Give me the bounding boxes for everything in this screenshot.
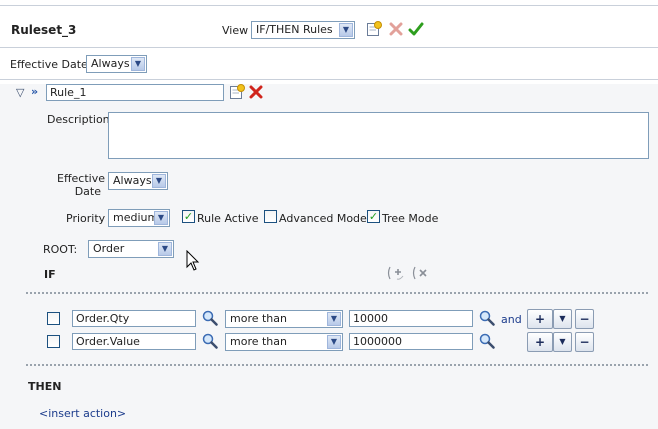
condition-1-field-search-icon[interactable] [202, 310, 218, 326]
root-select[interactable]: Order ▼ [88, 240, 174, 258]
rule-effective-date-label-2: Date [74, 185, 101, 198]
if-bottom-divider [26, 364, 648, 366]
rule-effective-date-select[interactable]: Always ▼ [108, 172, 168, 190]
priority-select[interactable]: medium ▼ [108, 209, 170, 227]
description-textarea[interactable] [108, 112, 649, 159]
add-condition-icon[interactable] [387, 265, 405, 281]
chevron-down-icon: ▼ [327, 335, 341, 349]
rule-name-input[interactable]: Rule_1 [46, 84, 224, 101]
delete-rule-icon[interactable] [249, 85, 263, 99]
condition-1-remove-button[interactable]: − [575, 309, 594, 329]
condition-1-connector-link[interactable]: and [501, 313, 522, 326]
root-value: Order [93, 242, 125, 255]
move-up-icon[interactable]: » [31, 85, 38, 98]
rule-active-checkbox[interactable]: ✓ [182, 210, 195, 223]
effective-date-label: Effective Date [10, 58, 88, 71]
advanced-mode-label: Advanced Mode [279, 212, 367, 225]
condition-2-field-value: Order.Value [76, 335, 140, 348]
ruleset-title: Ruleset_3 [11, 23, 77, 37]
condition-1-menu-button[interactable]: ▼ [553, 309, 572, 329]
if-label: IF [44, 268, 56, 281]
chevron-down-icon: ▼ [327, 312, 341, 326]
tree-mode-label: Tree Mode [382, 212, 439, 225]
condition-1-value-input[interactable]: 10000 [349, 310, 473, 327]
then-label: THEN [28, 380, 62, 393]
section-divider [0, 79, 658, 80]
collapse-triangle-icon[interactable]: ▽ [16, 86, 24, 99]
condition-1-checkbox[interactable] [47, 312, 60, 325]
tree-mode-checkbox[interactable]: ✓ [367, 210, 380, 223]
condition-2-add-button[interactable]: + [527, 332, 553, 352]
condition-1-field-value: Order.Qty [76, 312, 130, 325]
effective-date-value: Always [91, 57, 130, 70]
description-label: Description [47, 113, 110, 126]
add-ruleset-icon[interactable] [366, 21, 382, 37]
chevron-down-icon: ▼ [154, 211, 168, 225]
rule-active-label: Rule Active [197, 212, 259, 225]
rule-effective-date-label-1: Effective [57, 172, 105, 185]
priority-value: medium [113, 211, 159, 224]
add-rule-icon[interactable] [229, 84, 245, 100]
mouse-cursor-icon [186, 250, 200, 271]
if-top-divider [26, 292, 648, 294]
effective-date-select[interactable]: Always ▼ [86, 55, 147, 73]
header-divider [0, 47, 658, 48]
chevron-down-icon: ▼ [158, 242, 172, 256]
condition-1-operator-value: more than [230, 312, 287, 325]
advanced-mode-checkbox[interactable] [264, 210, 277, 223]
remove-condition-icon[interactable] [412, 265, 430, 281]
view-select-value: IF/THEN Rules [256, 23, 333, 36]
condition-1-value: 10000 [353, 312, 388, 325]
condition-1-add-button[interactable]: + [527, 309, 553, 329]
condition-1-value-search-icon[interactable] [479, 310, 495, 326]
condition-2-remove-button[interactable]: − [575, 332, 594, 352]
condition-2-field-input[interactable]: Order.Value [72, 333, 196, 350]
condition-2-value-input[interactable]: 1000000 [349, 333, 473, 350]
chevron-down-icon: ▼ [152, 174, 166, 188]
condition-2-operator-value: more than [230, 335, 287, 348]
condition-1-field-input[interactable]: Order.Qty [72, 310, 196, 327]
condition-1-operator-select[interactable]: more than ▼ [225, 310, 343, 328]
condition-2-operator-select[interactable]: more than ▼ [225, 333, 343, 351]
condition-2-checkbox[interactable] [47, 335, 60, 348]
insert-action-link[interactable]: <insert action> [39, 407, 126, 420]
validate-checkmark-icon[interactable] [408, 21, 424, 37]
rule-effective-date-value: Always [113, 174, 152, 187]
view-label: View [222, 24, 249, 37]
priority-label: Priority [66, 212, 106, 225]
rule-name-value: Rule_1 [50, 86, 87, 99]
condition-2-menu-button[interactable]: ▼ [553, 332, 572, 352]
view-select[interactable]: IF/THEN Rules ▼ [251, 21, 355, 39]
condition-2-field-search-icon[interactable] [202, 333, 218, 349]
top-divider [0, 5, 658, 6]
root-label: ROOT: [43, 243, 78, 256]
condition-2-value: 1000000 [353, 335, 402, 348]
delete-ruleset-icon[interactable] [389, 22, 403, 36]
chevron-down-icon: ▼ [339, 23, 353, 37]
condition-2-value-search-icon[interactable] [479, 333, 495, 349]
chevron-down-icon: ▼ [131, 57, 145, 71]
